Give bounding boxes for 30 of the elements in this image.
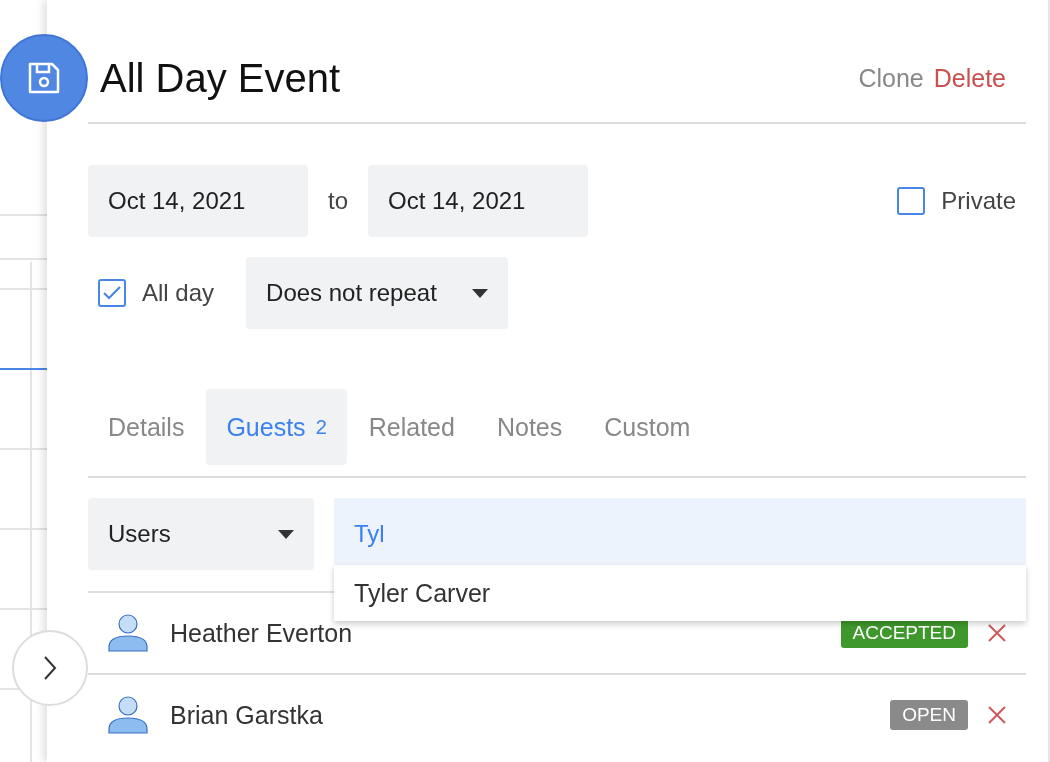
remove-icon[interactable] — [988, 624, 1006, 642]
guest-name: Brian Garstka — [170, 700, 323, 730]
chevron-right-icon — [43, 655, 57, 681]
action-link[interactable]: Clone — [858, 63, 924, 93]
person-icon — [108, 614, 148, 652]
caret-icon — [278, 529, 294, 539]
status-badge: OPEN — [890, 700, 968, 730]
check-icon — [102, 285, 122, 301]
event-title: All Day Event — [100, 55, 341, 101]
checkbox-label: Private — [941, 187, 1016, 215]
remove-icon[interactable] — [988, 706, 1006, 724]
tab[interactable]: Guests 2 — [206, 389, 347, 465]
start-date-field[interactable]: Oct 14, 2021 — [88, 165, 308, 237]
checkbox-label: All day — [142, 279, 215, 307]
tab[interactable]: Details — [88, 389, 205, 465]
caret-icon — [472, 288, 489, 298]
checkbox[interactable] — [897, 187, 926, 215]
tab[interactable]: Notes — [476, 389, 583, 465]
guest-name: Heather Everton — [170, 618, 353, 648]
action-link[interactable]: Delete — [933, 63, 1006, 93]
checkbox[interactable] — [98, 279, 126, 307]
person-icon — [108, 696, 148, 734]
suggestion-item[interactable]: Tyler Carver — [334, 565, 1026, 621]
end-date-field[interactable]: Oct 14, 2021 — [368, 165, 588, 237]
repeat-dropdown[interactable]: Does not repeat — [246, 257, 509, 329]
save-icon — [27, 61, 61, 95]
tab[interactable]: Related — [348, 389, 475, 465]
guest-type-dropdown[interactable]: Users — [88, 498, 314, 570]
tab[interactable]: Custom — [584, 389, 711, 465]
date-separator: to — [328, 187, 348, 215]
